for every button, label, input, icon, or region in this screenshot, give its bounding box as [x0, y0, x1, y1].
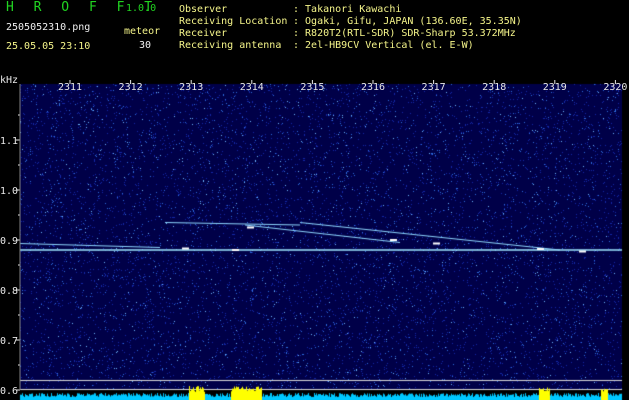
x-tick-label: 2316 — [361, 82, 385, 93]
observation-datetime: 25.05.05 23:10 — [6, 41, 91, 52]
x-tick-label: 2313 — [179, 82, 203, 93]
observer-label: Observer — [179, 4, 228, 15]
x-tick-label: 2320 — [603, 82, 627, 93]
x-tick-label: 2319 — [543, 82, 567, 93]
image-filename: 2505052310.png — [6, 22, 91, 33]
x-tick-label: 2315 — [300, 82, 324, 93]
header-panel: H R O F F T 1.0.0 2505052310.png 25.05.0… — [0, 0, 629, 74]
meteor-count-label: meteor — [124, 26, 161, 37]
spectrogram-panel: kHz 1.1 1.0 0.9 0.8 0.7 0.6 2311 2312 2313 2314 231… — [0, 74, 629, 400]
y-axis-unit: kHz — [0, 75, 18, 86]
location-label: Receiving Location — [179, 16, 288, 27]
x-tick-label: 2317 — [422, 82, 446, 93]
x-tick-label: 2312 — [119, 82, 143, 93]
x-tick-label: 2318 — [482, 82, 506, 93]
antenna-value: : 2el-HB9CV Vertical (el. E-W) — [293, 40, 474, 51]
y-tick-label: 1.0 — [0, 186, 18, 197]
antenna-label: Receiving antenna — [179, 40, 282, 51]
receiver-label: Receiver — [179, 28, 228, 39]
y-tick-label: 1.1 — [0, 136, 18, 147]
y-tick-label: 0.8 — [0, 286, 18, 297]
location-value: : Ogaki, Gifu, JAPAN (136.60E, 35.35N) — [293, 16, 522, 27]
y-tick-label: 0.9 — [0, 236, 18, 247]
spectrogram-axes: kHz 1.1 1.0 0.9 0.8 0.7 0.6 2311 2312 2313 2314 231… — [0, 75, 627, 397]
x-tick-label: 2311 — [58, 82, 82, 93]
y-tick-label: 0.6 — [0, 386, 18, 397]
x-tick-label: 2314 — [240, 82, 264, 93]
meteor-count-value: 30 — [139, 40, 152, 51]
app-version: 1.0.0 — [126, 3, 157, 14]
y-tick-label: 0.7 — [0, 336, 18, 347]
receiver-value: : R820T2(RTL-SDR) SDR-Sharp 53.372MHz — [293, 28, 516, 39]
observer-value: : Takanori Kawachi — [293, 4, 402, 15]
